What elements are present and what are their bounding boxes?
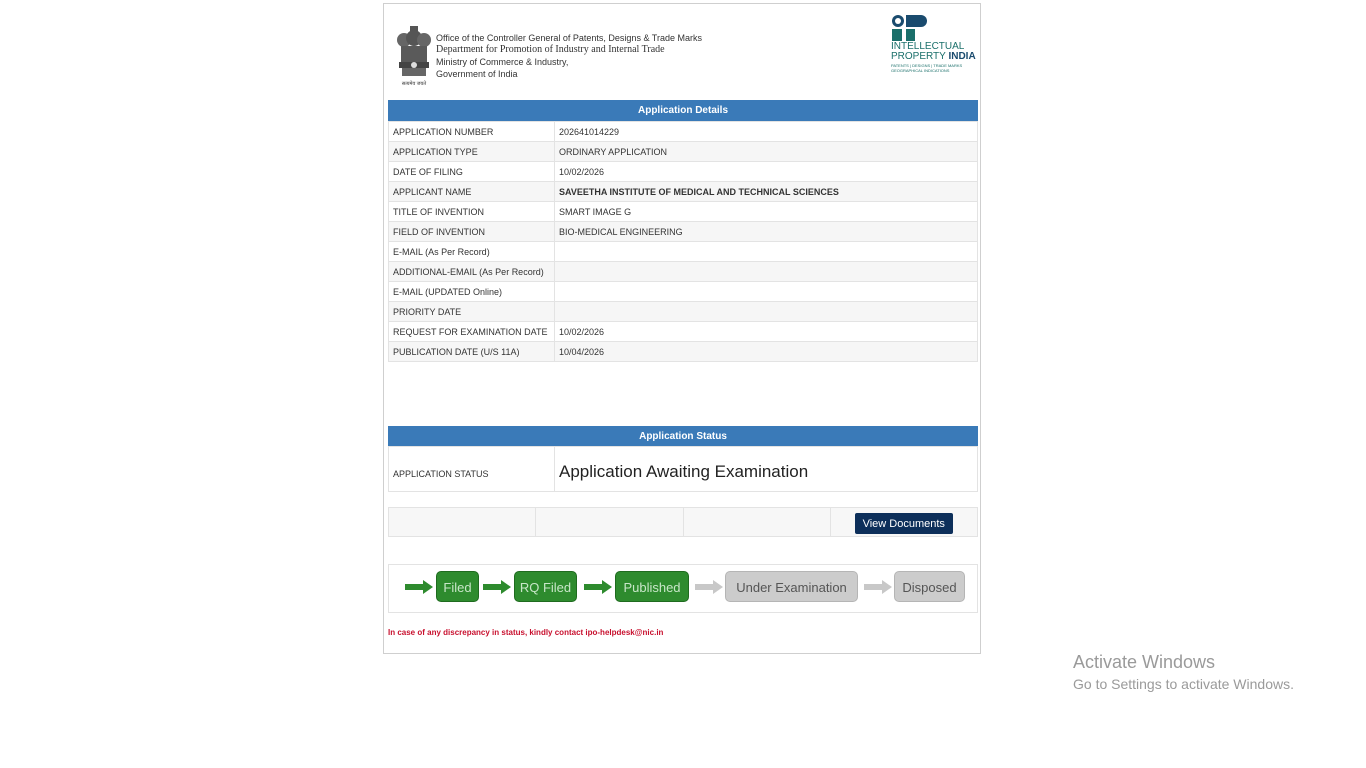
table-row: E-MAIL (UPDATED Online) [388, 281, 978, 302]
documents-cell [536, 508, 684, 536]
emblem-caption: सत्यमेव जयते [401, 81, 427, 87]
watermark-subtitle: Go to Settings to activate Windows. [1073, 676, 1294, 692]
row-value [554, 301, 978, 322]
table-row: FIELD OF INVENTION BIO-MEDICAL ENGINEERIN… [388, 221, 978, 242]
row-label: APPLICATION NUMBER [388, 121, 555, 142]
table-row: APPLICANT NAME SAVEETHA INSTITUTE OF MEDI… [388, 181, 978, 202]
progress-step: Filed [436, 571, 479, 602]
windows-activation-watermark: Activate Windows Go to Settings to activ… [1073, 652, 1294, 692]
row-label: APPLICANT NAME [388, 181, 555, 202]
table-row: APPLICATION NUMBER 202641014229 [388, 121, 978, 142]
application-details-table: APPLICATION NUMBER 202641014229 APPLICATIO… [388, 121, 978, 362]
table-row: PUBLICATION DATE (U/S 11A) 10/04/2026 [388, 341, 978, 362]
progress-step: Under Examination [725, 571, 858, 602]
documents-cell: View Documents [831, 508, 977, 536]
row-value: ORDINARY APPLICATION [554, 141, 978, 162]
documents-cell [684, 508, 831, 536]
row-value: 10/02/2026 [554, 321, 978, 342]
application-page: सत्यमेव जयते Office of the Controller Ge… [383, 3, 981, 654]
status-label: APPLICATION STATUS [389, 447, 555, 491]
logo-line-2: PROPERTY INDIA [891, 51, 976, 62]
arrow-right-icon [483, 580, 511, 594]
documents-row: View Documents [388, 507, 978, 537]
application-status-heading: Application Status [388, 426, 978, 447]
row-label: FIELD OF INVENTION [388, 221, 555, 242]
progress-step: RQ Filed [514, 571, 577, 602]
application-status-row: APPLICATION STATUS Application Awaiting … [388, 446, 978, 492]
row-value: SMART IMAGE G [554, 201, 978, 222]
row-value [554, 241, 978, 262]
view-documents-button[interactable]: View Documents [854, 513, 953, 534]
progress-step: Disposed [894, 571, 965, 602]
row-label: REQUEST FOR EXAMINATION DATE [388, 321, 555, 342]
table-row: E-MAIL (As Per Record) [388, 241, 978, 262]
table-row: ADDITIONAL-EMAIL (As Per Record) [388, 261, 978, 282]
row-label: TITLE OF INVENTION [388, 201, 555, 222]
office-line-3: Ministry of Commerce & Industry, [436, 57, 569, 67]
row-value: BIO-MEDICAL ENGINEERING [554, 221, 978, 242]
status-progress-tracker: Filed RQ Filed Published Under Examination D… [388, 564, 978, 613]
row-value [554, 261, 978, 282]
row-value: SAVEETHA INSTITUTE OF MEDICAL AND TECHNI… [554, 181, 978, 202]
row-value [554, 281, 978, 302]
logo-subtitle: PATENTS | DESIGNS | TRADE MARKS GEOGRAPH… [891, 63, 963, 73]
row-label: E-MAIL (As Per Record) [388, 241, 555, 262]
row-value: 10/04/2026 [554, 341, 978, 362]
row-label: PRIORITY DATE [388, 301, 555, 322]
arrow-right-icon [864, 580, 892, 594]
watermark-title: Activate Windows [1073, 652, 1216, 672]
row-label: DATE OF FILING [388, 161, 555, 182]
office-line-1: Office of the Controller General of Pate… [436, 33, 702, 43]
documents-cell [389, 508, 537, 536]
ip-india-logo-text: INTELLECTUAL PROPERTY INDIA [891, 42, 976, 62]
row-label: PUBLICATION DATE (U/S 11A) [388, 341, 555, 362]
progress-step: Published [615, 571, 689, 602]
row-label: E-MAIL (UPDATED Online) [388, 281, 555, 302]
row-value: 202641014229 [554, 121, 978, 142]
office-line-2: Department for Promotion of Industry and… [436, 44, 665, 55]
office-line-4: Government of India [436, 69, 518, 79]
table-row: REQUEST FOR EXAMINATION DATE 10/02/2026 [388, 321, 978, 342]
arrow-right-icon [695, 580, 723, 594]
table-row: DATE OF FILING 10/02/2026 [388, 161, 978, 182]
row-value: 10/02/2026 [554, 161, 978, 182]
table-row: TITLE OF INVENTION SMART IMAGE G [388, 201, 978, 222]
row-label: APPLICATION TYPE [388, 141, 555, 162]
arrow-right-icon [405, 580, 433, 594]
application-details-heading: Application Details [388, 100, 978, 121]
row-label: ADDITIONAL-EMAIL (As Per Record) [388, 261, 555, 282]
arrow-right-icon [584, 580, 612, 594]
table-row: APPLICATION TYPE ORDINARY APPLICATION [388, 141, 978, 162]
status-value: Application Awaiting Examination [559, 462, 809, 481]
helpdesk-note: In case of any discrepancy in status, ki… [388, 628, 664, 637]
page-header: सत्यमेव जयते Office of the Controller Ge… [384, 4, 980, 98]
table-row: PRIORITY DATE [388, 301, 978, 322]
office-title: Office of the Controller General of Pate… [436, 32, 702, 80]
